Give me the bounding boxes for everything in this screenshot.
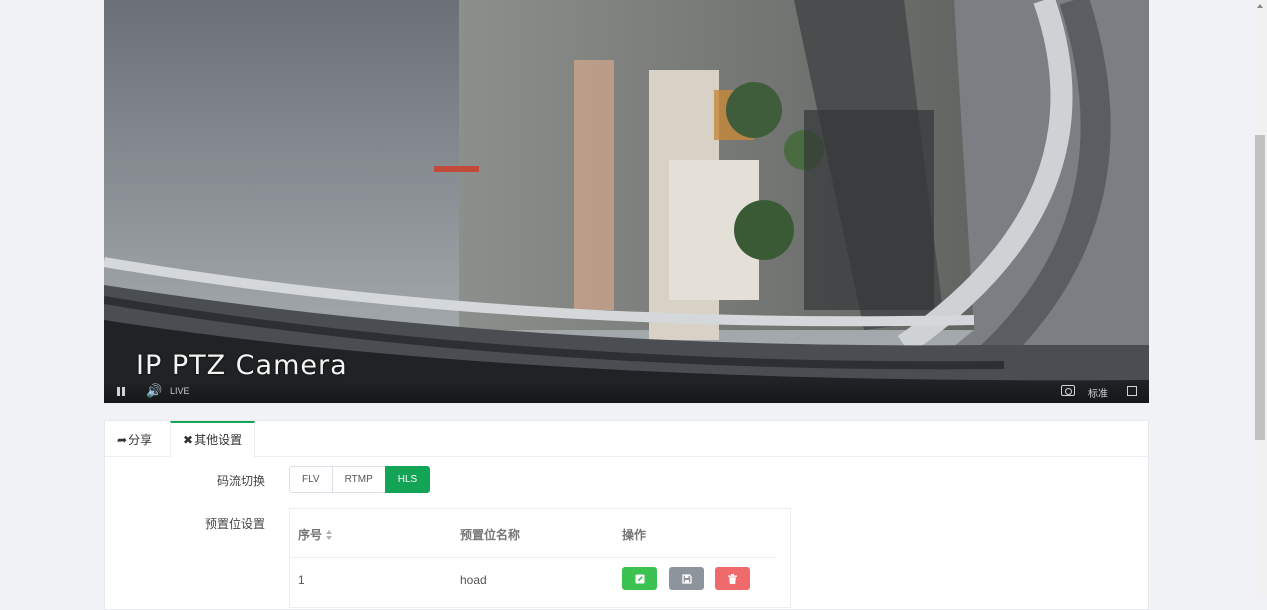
column-header-index[interactable]: 序号 xyxy=(298,526,333,543)
camera-feed xyxy=(104,0,1149,403)
table-divider xyxy=(290,557,776,558)
stream-hls-button[interactable]: HLS xyxy=(384,466,431,493)
live-label: LIVE xyxy=(170,386,190,396)
tab-share-label: 分享 xyxy=(128,433,153,447)
stream-switch-label: 码流切换 xyxy=(216,474,265,488)
delete-icon xyxy=(728,573,737,584)
pause-icon[interactable] xyxy=(116,386,126,397)
osd-camera-title: IP PTZ Camera xyxy=(136,350,348,381)
page-scrollbar[interactable] xyxy=(1253,0,1267,596)
scrollbar-thumb[interactable] xyxy=(1255,135,1265,440)
edit-preset-button[interactable] xyxy=(622,567,657,590)
edit-icon xyxy=(635,574,644,583)
fullscreen-icon[interactable] xyxy=(1127,386,1137,396)
column-header-name: 预置位名称 xyxy=(460,528,521,542)
column-header-actions: 操作 xyxy=(622,528,647,542)
settings-panel: ➦分享 ✖其他设置 码流切换 FLV RTMP HLS 预置位设置 序号 预置位… xyxy=(104,420,1149,610)
tab-share[interactable]: ➦分享 xyxy=(105,421,164,456)
camera-icon[interactable] xyxy=(1061,385,1075,396)
preset-settings-label: 预置位设置 xyxy=(204,517,265,531)
scroll-up-icon[interactable] xyxy=(1257,4,1263,8)
column-header-index-label: 序号 xyxy=(298,528,323,542)
volume-icon[interactable]: 🔊 xyxy=(146,383,162,399)
stream-flv-button[interactable]: FLV xyxy=(289,466,333,493)
table-cell-index: 1 xyxy=(298,573,305,587)
tab-other-settings[interactable]: ✖其他设置 xyxy=(170,421,256,457)
share-icon: ➦ xyxy=(117,433,128,447)
save-preset-button[interactable] xyxy=(669,567,704,590)
tab-bar: ➦分享 ✖其他设置 xyxy=(105,421,1148,457)
preset-table: 序号 预置位名称 操作 1 hoad xyxy=(289,508,791,608)
expand-icon: ✖ xyxy=(183,433,194,447)
player-controls: 🔊 LIVE 标准 xyxy=(104,381,1149,403)
delete-preset-button[interactable] xyxy=(715,567,750,590)
table-cell-name: hoad xyxy=(460,573,487,587)
video-player[interactable]: IP PTZ Camera 🔊 LIVE 标准 xyxy=(104,0,1149,403)
stream-rtmp-button[interactable]: RTMP xyxy=(331,466,386,493)
save-icon xyxy=(681,573,692,584)
quality-selector[interactable]: 标准 xyxy=(1088,385,1108,400)
stream-switch-group: FLV RTMP HLS xyxy=(289,466,431,493)
tab-other-settings-label: 其他设置 xyxy=(194,433,243,447)
sort-icon[interactable] xyxy=(326,530,333,540)
